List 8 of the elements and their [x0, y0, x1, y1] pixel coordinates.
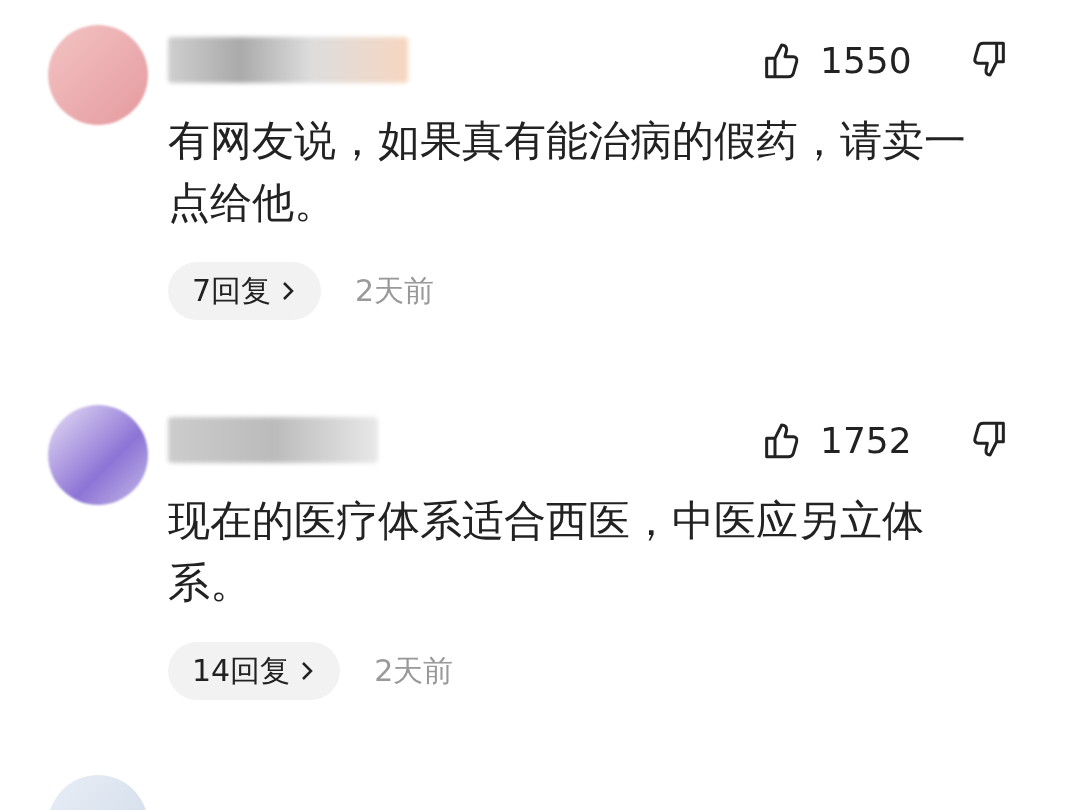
- replies-button[interactable]: 14回复: [168, 642, 341, 700]
- comment-time: 2天前: [355, 271, 435, 310]
- comment-text: 有网友说，如果真有能治病的假药，请卖一点给他。: [168, 115, 967, 229]
- comment-text: 现在的医疗体系适合西医，中医应另立体系。: [168, 495, 925, 609]
- replies-button[interactable]: 7回复: [168, 262, 322, 320]
- like-count: 1752: [820, 419, 913, 461]
- like-count: 1550: [820, 39, 913, 81]
- comment-time: 2天前: [374, 651, 454, 690]
